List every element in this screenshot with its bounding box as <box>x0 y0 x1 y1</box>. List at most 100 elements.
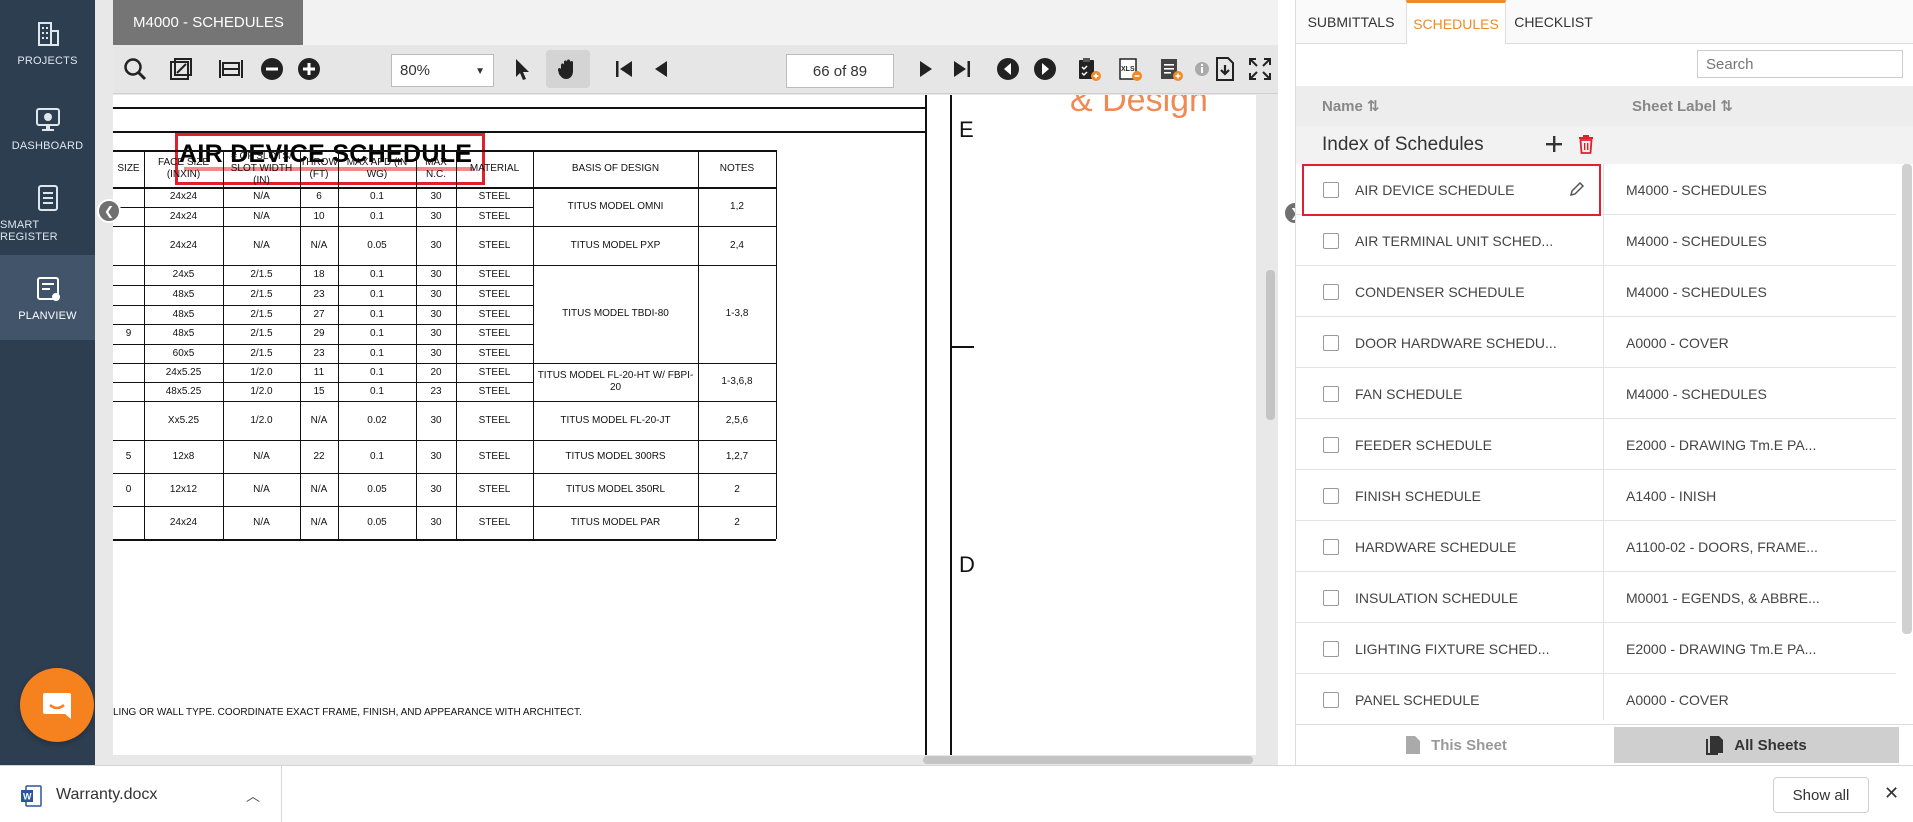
table-cell: 0.05 <box>367 483 387 495</box>
page-number-input[interactable]: 66 of 89 <box>786 54 894 88</box>
schedule-name: DOOR HARDWARE SCHEDU... <box>1355 334 1557 351</box>
schedule-row[interactable]: FINISH SCHEDULE A1400 - INISH <box>1296 470 1896 521</box>
search-input[interactable] <box>1697 50 1903 78</box>
close-icon[interactable]: ✕ <box>1884 783 1899 804</box>
table-cell: STEEL <box>478 289 511 300</box>
table-cell: STEEL <box>478 328 511 339</box>
tab-submittals[interactable]: SUBMITTALS <box>1296 0 1406 44</box>
sheet-label: A1400 - INISH <box>1626 487 1717 504</box>
schedule-row[interactable]: INSULATION SCHEDULE M0001 - EGENDS, & ABB… <box>1296 572 1896 623</box>
column-divider <box>1603 215 1604 266</box>
zoom-in-button[interactable] <box>292 52 326 86</box>
zoom-out-button[interactable] <box>255 52 289 86</box>
table-cell: 30 <box>430 269 442 280</box>
download-item[interactable]: W Warranty.docx ︿ <box>0 766 282 822</box>
schedule-row[interactable]: AIR DEVICE SCHEDULE M4000 - SCHEDULES <box>1296 164 1896 215</box>
table-cell: STEEL <box>478 347 511 359</box>
chevron-up-icon[interactable]: ︿ <box>246 786 260 806</box>
previous-sheet-button[interactable] <box>991 52 1025 86</box>
drawing-canvas[interactable]: AIR DEVICE SCHEDULE SIZE FACE SIZE (INXIN… <box>113 95 1256 755</box>
vertical-scrollbar[interactable] <box>1266 270 1275 420</box>
schedule-row[interactable]: FAN SCHEDULE M4000 - SCHEDULES <box>1296 368 1896 419</box>
column-name-sort[interactable]: Name ⇅ <box>1322 86 1380 126</box>
add-schedule-button[interactable] <box>1154 52 1188 86</box>
schedule-row[interactable]: PANEL SCHEDULE A0000 - COVER <box>1296 674 1896 720</box>
schedule-row[interactable]: HARDWARE SCHEDULE A1100-02 - DOORS, FRAME… <box>1296 521 1896 572</box>
row-checkbox[interactable] <box>1323 284 1339 300</box>
table-cell: 24x5.25 <box>165 366 202 378</box>
basis-of-design-cell: TITUS MODEL PXP <box>570 239 661 251</box>
table-cell: 24x24 <box>169 191 198 202</box>
prev-page-button[interactable] <box>644 52 678 86</box>
notes-cell: 2 <box>734 483 740 495</box>
all-sheets-button[interactable]: All Sheets <box>1614 727 1899 763</box>
next-sheet-button[interactable] <box>1028 52 1062 86</box>
last-page-button[interactable] <box>945 52 979 86</box>
export-xls-button[interactable]: XLS <box>1113 52 1147 86</box>
schedule-row[interactable]: CONDENSER SCHEDULE M4000 - SCHEDULES <box>1296 266 1896 317</box>
plan-viewer: M4000 - SCHEDULES 80% ▼ 66 of 89 XLS AIR… <box>95 0 1278 765</box>
tab-schedules[interactable]: SCHEDULES <box>1406 0 1506 44</box>
schedule-row[interactable]: DOOR HARDWARE SCHEDU... A0000 - COVER <box>1296 317 1896 368</box>
cursor-arrow-icon <box>516 59 529 80</box>
select-tool-button[interactable] <box>505 52 539 86</box>
zoom-select[interactable]: 80% ▼ <box>391 54 494 87</box>
table-cell: 20 <box>430 366 442 378</box>
table-header-cell: # OF SLOTS/ SLOT WIDTH (IN) <box>230 150 293 186</box>
add-schedule-button[interactable] <box>1540 130 1568 158</box>
fit-width-button[interactable] <box>214 52 248 86</box>
row-checkbox[interactable] <box>1323 590 1339 606</box>
expand-icon <box>1249 58 1271 80</box>
table-cell: 0.05 <box>367 239 387 251</box>
nav-planview[interactable]: PLANVIEW <box>0 255 95 340</box>
row-checkbox[interactable] <box>1323 233 1339 249</box>
column-sheet-label-sort[interactable]: Sheet Label ⇅ <box>1632 86 1733 126</box>
row-checkbox[interactable] <box>1323 182 1339 198</box>
column-divider <box>1603 623 1604 674</box>
row-checkbox[interactable] <box>1323 335 1339 351</box>
sheet-label: M0001 - EGENDS, & ABBRE... <box>1626 589 1820 606</box>
download-button[interactable] <box>1208 52 1242 86</box>
nav-projects[interactable]: PROJECTS <box>0 0 95 85</box>
row-checkbox[interactable] <box>1323 692 1339 708</box>
sheet-label: E2000 - DRAWING Tm.E PA... <box>1626 640 1817 657</box>
table-cell: 9 <box>125 328 132 339</box>
this-sheet-button[interactable]: This Sheet <box>1308 727 1604 763</box>
fullscreen-button[interactable] <box>1243 52 1277 86</box>
tab-checklist[interactable]: CHECKLIST <box>1506 0 1601 44</box>
nav-dashboard[interactable]: DASHBOARD <box>0 85 95 170</box>
row-checkbox[interactable] <box>1323 641 1339 657</box>
table-cell: N/A <box>253 210 270 222</box>
svg-text:W: W <box>23 792 32 802</box>
next-page-button[interactable] <box>909 52 943 86</box>
nav-smart-register[interactable]: SMART REGISTER <box>0 170 95 255</box>
table-cell: 0.02 <box>367 414 387 426</box>
table-cell: 0.1 <box>370 269 384 280</box>
planview-icon <box>36 276 60 301</box>
document-tab[interactable]: M4000 - SCHEDULES <box>113 0 303 45</box>
row-checkbox[interactable] <box>1323 539 1339 555</box>
row-checkbox[interactable] <box>1323 437 1339 453</box>
schedule-footnote: LING OR WALL TYPE. COORDINATE EXACT FRAM… <box>113 707 582 718</box>
play-left-icon <box>655 61 667 77</box>
horizontal-scrollbar[interactable] <box>923 756 1253 764</box>
add-checklist-button[interactable] <box>1072 52 1106 86</box>
show-all-downloads-button[interactable]: Show all <box>1773 777 1869 813</box>
first-page-button[interactable] <box>607 52 641 86</box>
nav-label: DASHBOARD <box>11 139 84 152</box>
collapse-left-button[interactable]: ❮ <box>97 199 121 223</box>
row-checkbox[interactable] <box>1323 386 1339 402</box>
pencil-icon[interactable] <box>1567 179 1587 199</box>
schedule-row[interactable]: LIGHTING FIXTURE SCHED... E2000 - DRAWING… <box>1296 623 1896 674</box>
row-checkbox[interactable] <box>1323 488 1339 504</box>
delete-schedule-button[interactable] <box>1572 130 1600 158</box>
fit-page-button[interactable] <box>164 52 198 86</box>
pan-tool-button[interactable] <box>546 50 590 88</box>
schedule-row[interactable]: FEEDER SCHEDULE E2000 - DRAWING Tm.E PA..… <box>1296 419 1896 470</box>
schedule-row[interactable]: AIR TERMINAL UNIT SCHED... M4000 - SCHEDU… <box>1296 215 1896 266</box>
list-scrollbar[interactable] <box>1902 164 1912 634</box>
circle-left-icon <box>997 58 1019 80</box>
search-button[interactable] <box>118 52 152 86</box>
zoom-value: 80% <box>400 62 431 79</box>
chat-launcher-button[interactable] <box>20 668 94 742</box>
